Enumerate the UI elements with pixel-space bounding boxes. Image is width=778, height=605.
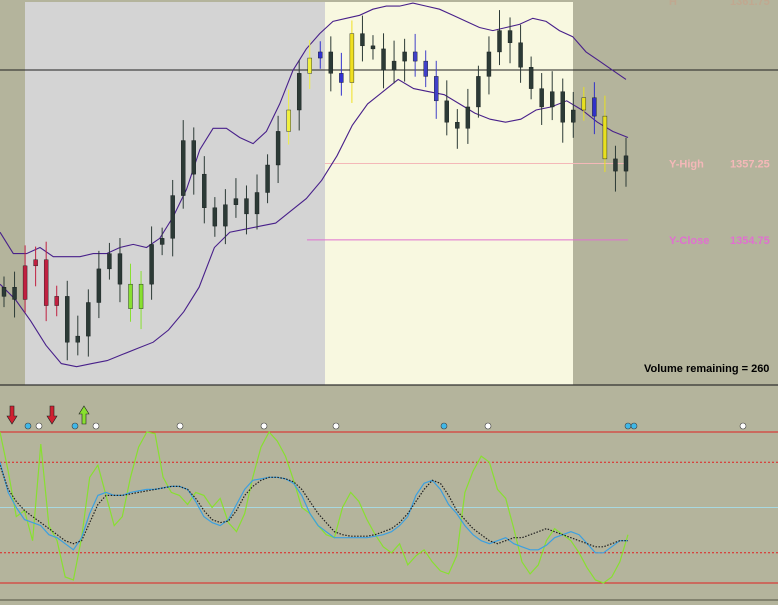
signal-dot	[484, 422, 492, 430]
candle-body	[318, 51, 323, 59]
candle-body	[75, 335, 80, 343]
candle-body	[571, 109, 576, 123]
candle-body	[65, 296, 70, 343]
candle-body	[328, 51, 334, 74]
signal-dot	[71, 422, 79, 430]
candle-body	[181, 140, 186, 196]
candle-body	[518, 42, 523, 68]
session-day-1	[25, 2, 325, 385]
signal-arrow-up-icon	[78, 405, 90, 425]
candle-body	[560, 91, 565, 123]
candle-body	[539, 88, 544, 108]
candle-body	[360, 33, 365, 47]
candle-body	[507, 30, 513, 43]
candle-body	[149, 244, 154, 285]
top-level-label: H	[669, 0, 677, 8]
candle-body	[265, 164, 270, 193]
candle-body	[286, 109, 291, 132]
osc-line-slow	[0, 465, 628, 548]
chart-window: Y-High 1357.25 Y-Close 1354.75 H 1361.75 Volu…	[0, 0, 778, 605]
candle-body	[613, 158, 618, 172]
session-backgrounds	[0, 2, 778, 386]
candle-body	[1, 287, 7, 297]
oscillator-pane	[0, 405, 778, 601]
candle-body	[434, 76, 439, 102]
price-labels: H 1361.75 Volume remaining = 260	[644, 0, 770, 375]
signal-dot	[630, 422, 638, 430]
candle-body	[349, 33, 355, 83]
candle-body	[444, 100, 449, 123]
signal-dot	[24, 422, 32, 430]
candle-body	[128, 283, 133, 309]
candle-body	[212, 207, 218, 227]
signal-dot	[92, 422, 100, 430]
candle-body	[528, 67, 534, 89]
candle-body	[275, 131, 281, 166]
candle-body	[581, 97, 587, 111]
candle-body	[86, 302, 91, 337]
signal-dot	[440, 422, 448, 430]
candle-body	[339, 73, 344, 83]
level-label-y-close: Y-Close	[669, 235, 709, 247]
candle-body	[223, 204, 228, 227]
candle-body	[476, 76, 481, 108]
candle-body	[402, 51, 407, 62]
candle-body	[550, 91, 555, 108]
candle-body	[423, 60, 428, 77]
signal-dot	[260, 422, 268, 430]
signal-dot	[176, 422, 184, 430]
candle-body	[602, 115, 608, 160]
signal-dot	[624, 422, 632, 430]
candle-body	[202, 173, 207, 208]
candle-body	[254, 192, 260, 215]
candle-body	[117, 253, 123, 285]
signal-arrow-down-icon	[46, 405, 58, 425]
candle-body	[465, 106, 471, 129]
candle-body	[170, 195, 175, 239]
signal-dot	[332, 422, 340, 430]
candle-body	[497, 30, 502, 53]
candle-body	[370, 45, 376, 50]
candle-body	[43, 259, 49, 306]
candle-body	[191, 140, 196, 175]
candle-body	[381, 48, 386, 71]
candle-body	[486, 51, 492, 77]
candle-body	[54, 296, 59, 306]
volume-remaining: Volume remaining = 260	[644, 363, 769, 375]
candle-body	[244, 198, 249, 215]
candle-body	[296, 73, 302, 111]
top-level-value: 1361.75	[730, 0, 770, 8]
candle-body	[412, 51, 418, 62]
candle-body	[138, 283, 144, 309]
level-value-y-close: 1354.75	[730, 235, 770, 247]
level-label-y-high: Y-High	[669, 158, 704, 170]
candle-body	[107, 253, 112, 270]
candle-body	[159, 238, 165, 245]
candle-body	[96, 268, 102, 303]
candle-body	[592, 97, 597, 117]
candle-body	[12, 287, 17, 300]
level-value-y-high: 1357.25	[730, 158, 770, 170]
signal-dot	[35, 422, 43, 430]
candle-body	[623, 155, 629, 172]
candle-body	[33, 259, 38, 267]
signal-arrow-down-icon	[6, 405, 18, 425]
candle-body	[391, 60, 397, 71]
candle-body	[307, 57, 312, 74]
candle-body	[455, 122, 460, 129]
signal-dot	[739, 422, 747, 430]
chart-canvas[interactable]: Y-High 1357.25 Y-Close 1354.75 H 1361.75 Volu…	[0, 0, 778, 605]
candle-body	[22, 265, 28, 300]
candle-body	[233, 198, 239, 205]
